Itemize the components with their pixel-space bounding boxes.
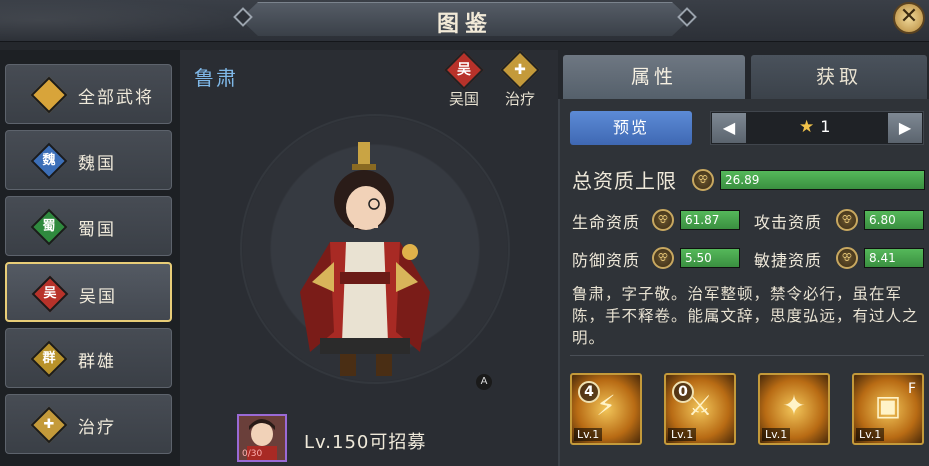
heal-icon: ✚	[30, 406, 68, 444]
sidebar-item-all-generals[interactable]: 全部武将	[5, 64, 172, 124]
aptitude-coin-icon: ꕢ	[692, 169, 714, 191]
hero-portrait-avatar[interactable]: 0/30	[237, 414, 287, 462]
divider	[570, 355, 924, 356]
hp-aptitude-bar: 61.87	[680, 210, 740, 230]
defense-aptitude-label: 防御资质	[572, 251, 641, 270]
hero-description: 鲁肃，字子敬。治军整顿，禁令必行，虽在军陈，手不释卷。能属文辞，思度弘远，有过人…	[572, 285, 919, 347]
recruit-requirement: Lv.150可招募	[304, 432, 427, 453]
wei-icon: 魏	[30, 142, 68, 180]
role-label: 治疗	[504, 90, 535, 108]
sidebar-item-wei[interactable]: 魏 魏国	[5, 130, 172, 190]
skill-count-badge: 4	[578, 381, 600, 403]
close-button[interactable]: ✕	[893, 2, 925, 34]
aptitude-coin-icon: ꕢ	[836, 247, 858, 269]
aptitude-coin-icon: ꕢ	[836, 209, 858, 231]
sidebar-item-label: 吴国	[79, 287, 117, 307]
qunxiong-icon: 群	[30, 340, 68, 378]
skill-level: Lv.1	[856, 428, 885, 441]
agility-aptitude-label: 敏捷资质	[754, 251, 823, 270]
skill-count-badge: 0	[672, 381, 694, 403]
hp-aptitude-label: 生命资质	[572, 213, 641, 232]
skill-level: Lv.1	[668, 428, 697, 441]
skill-slot-2[interactable]: ⚔ 0 Lv.1	[664, 373, 736, 445]
skill-slot-4[interactable]: ▣ F Lv.1	[852, 373, 924, 445]
faction-label: 吴国	[448, 90, 479, 108]
star-level-value: 1	[820, 117, 831, 136]
page-title: 图鉴	[436, 12, 493, 37]
sidebar-item-label: 蜀国	[78, 220, 116, 240]
sidebar-item-label: 魏国	[78, 154, 116, 174]
star-next-button[interactable]: ▶	[888, 113, 922, 143]
all-generals-icon	[30, 76, 68, 114]
sidebar-item-label: 治疗	[78, 418, 116, 438]
hero-model[interactable]	[290, 142, 440, 392]
skill-slot-3[interactable]: ✦ Lv.1	[758, 373, 830, 445]
skill-level: Lv.1	[574, 428, 603, 441]
aptitude-coin-icon: ꕢ	[652, 247, 674, 269]
wu-icon: 吴	[31, 275, 69, 313]
skill-slot-1[interactable]: ⚡ 4 Lv.1	[570, 373, 642, 445]
sword-aura-icon: ✦	[782, 389, 806, 422]
tab-attributes[interactable]: 属性	[563, 55, 745, 99]
aptitude-coin-icon: ꕢ	[652, 209, 674, 231]
skill-mark: F	[907, 381, 916, 397]
hero-display: 鲁肃 吴 吴国 ✚ 治疗 A 0/30 Lv.150可招募	[180, 50, 558, 466]
sidebar-item-label: 全部武将	[78, 88, 154, 108]
star-prev-button[interactable]: ◀	[712, 113, 746, 143]
attack-aptitude-bar: 6.80	[864, 210, 924, 230]
attack-aptitude-value: 6.80	[869, 213, 896, 227]
sidebar-item-heal[interactable]: ✚ 治疗	[5, 394, 172, 454]
faction-tag: 吴 吴国	[442, 50, 486, 109]
wu-faction-icon: 吴	[444, 50, 484, 90]
sidebar-item-qunxiong[interactable]: 群 群雄	[5, 328, 172, 388]
star-selector: ◀ ★ 1 ▶	[710, 111, 924, 145]
sidebar-item-label: 群雄	[78, 352, 116, 372]
header-bar: 图鉴 ✕	[0, 0, 929, 42]
agility-aptitude-bar: 8.41	[864, 248, 924, 268]
title-plate: 图鉴	[240, 2, 690, 36]
tab-obtain[interactable]: 获取	[751, 55, 927, 99]
hp-aptitude-value: 61.87	[685, 213, 720, 227]
a-badge: A	[476, 374, 492, 390]
shu-icon: 蜀	[30, 208, 68, 246]
role-tag: ✚ 治疗	[498, 50, 542, 109]
skill-level: Lv.1	[762, 428, 791, 441]
portrait-fragment-count: 0/30	[242, 449, 263, 459]
total-aptitude-value: 26.89	[725, 173, 760, 187]
preview-button[interactable]: 预览	[570, 111, 692, 145]
hero-name: 鲁肃	[194, 66, 238, 90]
sidebar-item-wu[interactable]: 吴 吴国	[5, 262, 172, 322]
heal-role-icon: ✚	[500, 50, 540, 90]
star-level-display: ★ 1	[799, 117, 830, 137]
attributes-panel: 预览 ◀ ★ 1 ▶ 总资质上限 ꕢ 26.89 生命资质 ꕢ 61.87 攻击资…	[558, 99, 929, 466]
total-aptitude-label: 总资质上限	[572, 169, 677, 193]
sidebar-item-shu[interactable]: 蜀 蜀国	[5, 196, 172, 256]
star-icon: ★	[799, 117, 815, 137]
defense-aptitude-value: 5.50	[685, 251, 712, 265]
attack-aptitude-label: 攻击资质	[754, 213, 823, 232]
cloud-pattern-decoration	[0, 0, 250, 42]
defense-aptitude-bar: 5.50	[680, 248, 740, 268]
faction-sidebar: 全部武将 魏 魏国 蜀 蜀国 吴 吴国 群 群雄 ✚ 治疗	[0, 50, 180, 466]
total-aptitude-bar: 26.89	[720, 170, 925, 190]
agility-aptitude-value: 8.41	[869, 251, 896, 265]
